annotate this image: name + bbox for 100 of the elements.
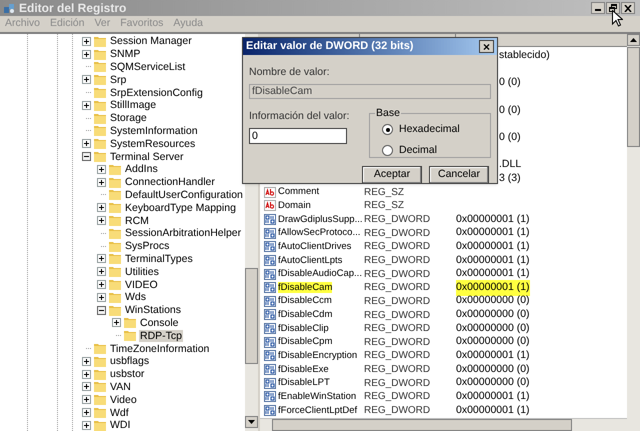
expand-icon[interactable] (97, 216, 106, 226)
folder-icon (94, 48, 106, 60)
tree-item[interactable]: Wdf (109, 406, 130, 418)
expand-icon[interactable] (97, 203, 106, 212)
tree-item[interactable]: DefaultUserConfiguration (124, 188, 244, 201)
tree-item[interactable]: WDI (109, 419, 132, 431)
value-name[interactable]: fDisableCpm (278, 336, 332, 348)
expand-icon[interactable] (97, 254, 106, 264)
expand-icon[interactable] (82, 408, 91, 417)
tree-item[interactable]: SrpExtensionConfig (109, 86, 204, 99)
expand-icon[interactable] (82, 370, 91, 379)
expand-icon[interactable] (82, 382, 91, 392)
expand-icon[interactable] (82, 36, 91, 46)
collapse-icon[interactable] (82, 152, 91, 162)
expand-icon[interactable] (82, 420, 91, 430)
expand-icon[interactable] (82, 100, 91, 110)
tree-item[interactable]: TerminalTypes (124, 252, 194, 265)
expand-icon[interactable] (97, 267, 106, 276)
expand-icon[interactable] (97, 178, 106, 187)
folder-icon (109, 189, 121, 200)
value-name[interactable]: fDisableClip (278, 322, 329, 334)
value-name[interactable]: fEnableWinStation (278, 390, 356, 402)
folder-icon (94, 125, 106, 136)
close-button[interactable]: × (479, 40, 494, 53)
expand-icon[interactable] (82, 139, 91, 148)
radio-label[interactable]: Hexadecimal (399, 122, 460, 138)
value-name[interactable]: fDisableAudioCap... (278, 268, 362, 280)
radio-button[interactable] (382, 124, 393, 136)
tree-item[interactable]: usbstor (109, 368, 146, 380)
tree-item[interactable]: Wds (124, 291, 147, 304)
tree-item[interactable]: VIDEO (124, 278, 159, 291)
tree-item[interactable]: SystemInformation (109, 124, 199, 137)
radio-button[interactable] (382, 144, 393, 156)
collapse-icon[interactable] (97, 306, 106, 315)
tree-item[interactable]: TimeZoneInformation (109, 342, 210, 355)
value-name[interactable]: fAutoClientDrives (278, 240, 352, 252)
tree-item[interactable]: RCM (124, 214, 150, 227)
dialog-button[interactable]: Cancelar (429, 166, 489, 184)
scrollbar-thumb[interactable] (245, 268, 258, 364)
tree-item[interactable]: Terminal Server (109, 150, 185, 163)
folder-icon (109, 253, 121, 264)
value-name[interactable]: fAllowSecProtoco... (278, 227, 360, 238)
tree-item[interactable]: RDP-Tcp (139, 330, 184, 342)
value-name[interactable]: DrawGdiplusSupp... (278, 214, 362, 225)
tree-item[interactable]: Session Manager (109, 35, 193, 48)
expand-icon[interactable] (82, 395, 91, 404)
value-data: 0x00000001 (1) (456, 212, 530, 227)
tree-item[interactable]: Storage (109, 112, 148, 124)
up-arrow-icon[interactable] (630, 38, 637, 42)
value-name[interactable]: fDisableExe (278, 364, 329, 375)
value-name[interactable]: fAutoClientLpts (278, 254, 342, 266)
tree-item[interactable]: ConnectionHandler (124, 176, 216, 188)
value-type: REG_DWORD (364, 322, 432, 336)
value-name[interactable]: Comment (278, 186, 320, 198)
value-name[interactable]: fDisableCcm (278, 295, 332, 306)
tree-item[interactable]: SysProcs (124, 240, 170, 252)
expand-icon[interactable] (97, 292, 106, 302)
expand-icon[interactable] (82, 50, 91, 59)
tree-item[interactable]: SystemResources (109, 138, 196, 150)
value-name-field: fDisableCam (249, 84, 491, 99)
horizontal-scrollbar[interactable] (260, 418, 627, 431)
tree-item[interactable]: usbflags (109, 355, 150, 368)
tree-item[interactable]: KeyboardType Mapping (124, 202, 237, 214)
tree-item[interactable]: SNMP (109, 48, 142, 60)
binary-value-icon (264, 282, 276, 294)
tree-item[interactable]: Video (109, 394, 138, 406)
expand-icon[interactable] (112, 318, 121, 328)
expand-icon[interactable] (82, 75, 91, 84)
value-data: 0x00000001 (1) (456, 238, 530, 254)
value-data-field[interactable]: 0 (249, 128, 347, 144)
tree-item[interactable]: Utilities (124, 266, 160, 278)
tree-item[interactable]: StillImage (109, 99, 158, 112)
value-name[interactable]: fDisableCdm (278, 309, 332, 320)
value-name[interactable]: fDisableLPT (278, 377, 330, 388)
expand-icon[interactable] (82, 356, 91, 366)
tree-item[interactable]: Console (139, 316, 180, 329)
folder-icon (109, 292, 121, 303)
radio-label[interactable]: Decimal (399, 142, 437, 158)
value-name[interactable]: Domain (278, 200, 311, 211)
tree-item[interactable]: VAN (109, 380, 132, 393)
value-name[interactable]: fDisableCam (278, 282, 332, 293)
expand-icon[interactable] (97, 164, 106, 174)
tree-item[interactable]: WinStations (124, 304, 182, 316)
tree-item[interactable]: SessionArbitrationHelper (124, 227, 242, 240)
expand-icon[interactable] (97, 280, 106, 290)
value-type: REG_DWORD (364, 349, 432, 364)
minimize-button[interactable] (591, 2, 605, 14)
tree-item[interactable]: AddIns (124, 163, 159, 176)
folder-icon (109, 164, 121, 175)
value-name[interactable]: fForceClientLptDef (278, 404, 358, 416)
dialog-button[interactable]: Aceptar (362, 166, 422, 184)
vertical-scrollbar[interactable] (627, 34, 640, 431)
value-name[interactable]: fDisableEncryption (278, 350, 358, 362)
tree-item[interactable]: SQMServiceList (109, 60, 186, 73)
close-button[interactable] (621, 2, 635, 14)
value-type: REG_DWORD (364, 336, 432, 350)
down-arrow-icon[interactable] (248, 420, 255, 424)
binary-value-icon (264, 228, 276, 239)
restore-button[interactable] (606, 2, 620, 14)
tree-item[interactable]: Srp (109, 74, 128, 86)
